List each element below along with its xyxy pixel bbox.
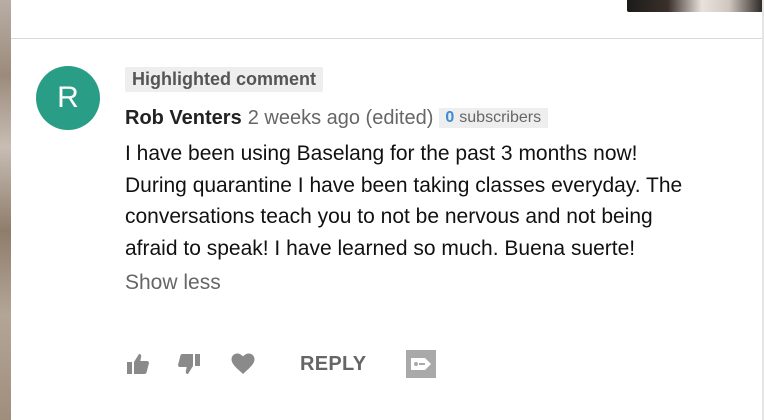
comment-thread: R Highlighted comment Rob Venters 2 week… <box>11 39 762 420</box>
video-thumbnail[interactable] <box>627 0 763 12</box>
comment-content: Highlighted comment Rob Venters 2 weeks … <box>125 67 735 296</box>
subscriber-badge: 0 subscribers <box>439 108 549 128</box>
top-area <box>11 0 763 38</box>
thumbs-up-icon[interactable] <box>125 351 151 377</box>
share-icon[interactable] <box>406 350 437 378</box>
background-photo-strip <box>0 0 11 420</box>
thumbs-down-icon[interactable] <box>176 351 202 377</box>
heart-icon[interactable] <box>230 351 256 377</box>
subscriber-label: subscribers <box>459 109 542 126</box>
comment-timestamp[interactable]: 2 weeks ago (edited) <box>248 106 434 130</box>
reply-button[interactable]: REPLY <box>300 353 366 376</box>
avatar-letter: R <box>57 81 79 114</box>
highlighted-comment-badge: Highlighted comment <box>125 67 323 92</box>
author-name[interactable]: Rob Venters <box>125 106 242 130</box>
comment-meta: Rob Venters 2 weeks ago (edited) 0 subsc… <box>125 106 735 130</box>
comment-text: I have been using Baselang for the past … <box>125 142 683 260</box>
subscriber-count: 0 <box>445 109 455 126</box>
avatar[interactable]: R <box>36 66 100 130</box>
comment-actions: REPLY <box>125 346 437 382</box>
show-less-link[interactable]: Show less <box>125 270 221 296</box>
